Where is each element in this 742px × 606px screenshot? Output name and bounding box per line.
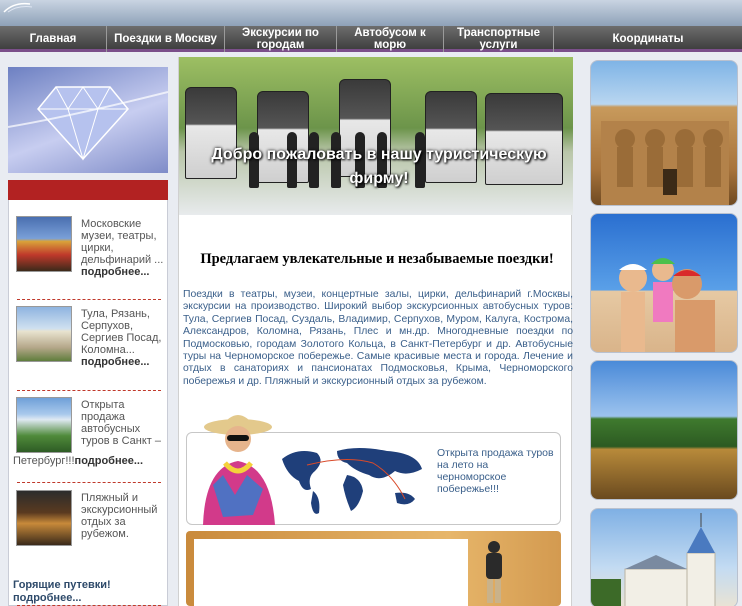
news-item-moscow[interactable]: Московские музеи, театры, цирки, дельфин… (15, 216, 163, 286)
nav-bus-to-sea[interactable]: Автобусом к морю (337, 26, 444, 52)
divider (17, 299, 161, 300)
hot-tours-block: Горящие путевки! подробнее... (13, 579, 163, 605)
more-link[interactable]: подробнее... (81, 356, 149, 368)
main-content: Добро пожаловать в нашу туристическую фи… (178, 57, 573, 606)
main-navigation: Главная Поездки в Москву Экскурсии по го… (0, 26, 742, 52)
news-item-cities[interactable]: Тула, Рязань, Серпухов, Сергиев Посад, К… (15, 306, 163, 376)
beach-hut-thumbnail[interactable] (16, 490, 72, 546)
news-panel: Московские музеи, театры, цирки, дельфин… (8, 200, 168, 606)
nav-contacts[interactable]: Координаты (554, 26, 742, 52)
nav-trips-moscow[interactable]: Поездки в Москву (107, 26, 225, 52)
more-link[interactable]: подробнее... (75, 455, 143, 467)
intro-paragraph: Поездки в театры, музеи, концертные залы… (183, 289, 573, 387)
abu-simbel-photo[interactable] (590, 60, 738, 206)
hot-tours-more-link[interactable]: подробнее... (13, 592, 163, 605)
world-map-icon (282, 448, 422, 514)
lake-forest-photo[interactable] (590, 360, 738, 500)
news-text: Открыта продажа автобусных туров в Санкт… (81, 399, 161, 447)
kremlin-thumbnail[interactable] (16, 216, 72, 272)
family-beach-photo[interactable] (590, 213, 738, 353)
nav-city-excursions[interactable]: Экскурсии по городам (225, 26, 337, 52)
monastery-thumbnail[interactable] (16, 306, 72, 362)
welcome-text: Добро пожаловать в нашу туристическую фи… (211, 146, 547, 187)
church-photo[interactable] (590, 508, 738, 606)
hot-tours-label[interactable]: Горящие путевки! (13, 579, 163, 592)
top-header-strip (0, 0, 742, 26)
left-sidebar: Московские музеи, театры, цирки, дельфин… (8, 67, 168, 606)
promo-text: Открыта продажа туров на лето на черномо… (437, 447, 554, 495)
page-heading: Предлагаем увлекательные и незабываемые … (200, 251, 554, 267)
banner-image: Добро пожаловать в нашу туристическую фи… (179, 57, 573, 215)
blank-panel (194, 539, 468, 606)
news-text: Московские музеи, театры, цирки, дельфин… (81, 218, 164, 266)
news-text: Пляжный и экскурсионный отдых за рубежом… (81, 492, 158, 540)
news-item-petersburg[interactable]: Открыта продажа автобусных туров в Санкт… (13, 397, 163, 477)
divider (17, 482, 161, 483)
news-text: Тула, Рязань, Серпухов, Сергиев Посад, К… (81, 308, 162, 356)
nav-transport-services[interactable]: Транспортные услуги (444, 26, 554, 52)
news-item-beach[interactable]: Пляжный и экскурсионный отдых за рубежом… (15, 490, 163, 560)
divider (17, 390, 161, 391)
bottom-promo-image (186, 531, 561, 606)
more-link[interactable]: подробнее... (81, 266, 149, 278)
news-header-bar (8, 180, 168, 200)
nav-home[interactable]: Главная (0, 26, 107, 52)
diamond-logo-image (8, 67, 168, 173)
news-text: Петербург!!! (13, 455, 75, 467)
fountain-thumbnail[interactable] (16, 397, 72, 453)
hiker-image (486, 541, 502, 603)
logo-swoosh-icon (3, 2, 33, 13)
tourist-man-image (203, 415, 275, 525)
